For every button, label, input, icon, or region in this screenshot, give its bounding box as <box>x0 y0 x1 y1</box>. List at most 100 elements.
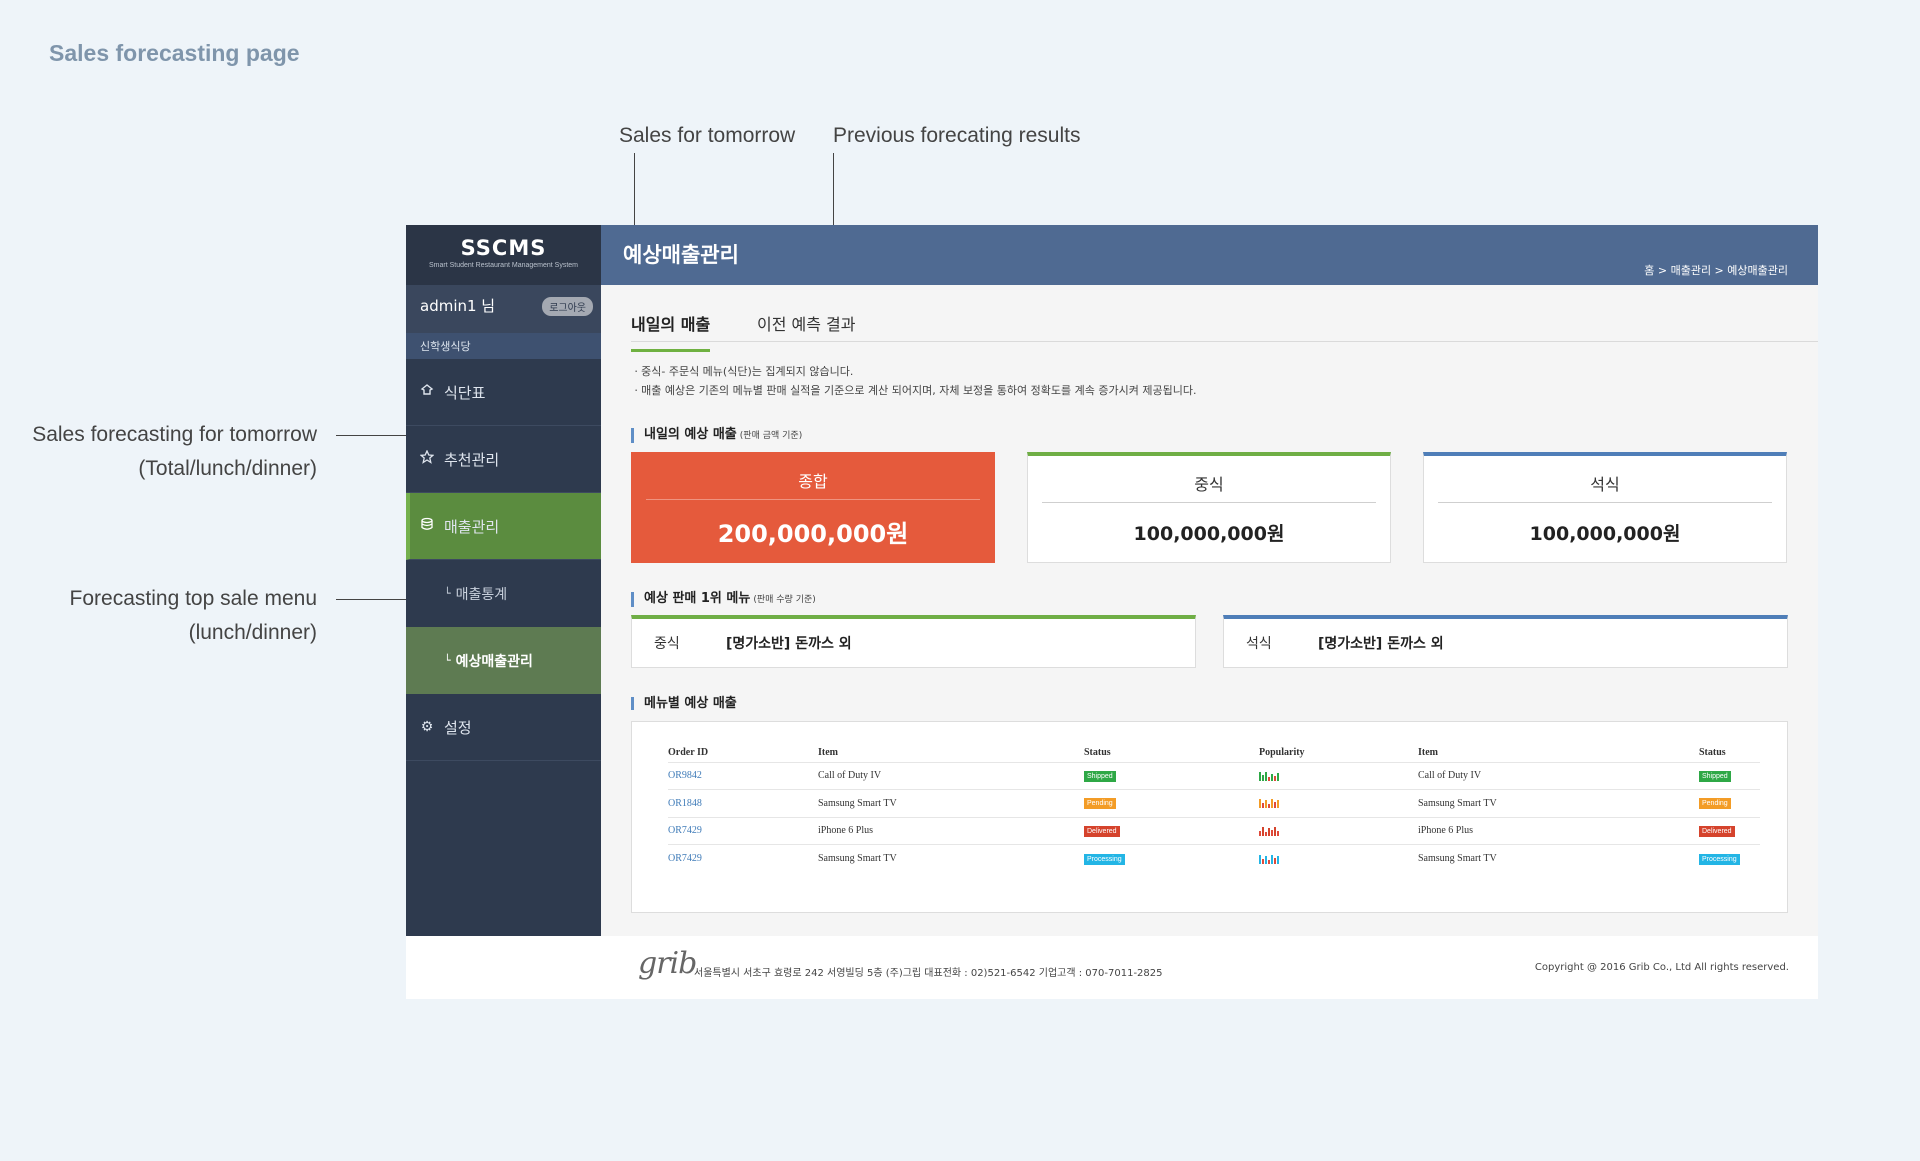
menu-sales-panel: Order ID Item Status Popularity Item Sta… <box>631 721 1788 913</box>
column-header[interactable]: Item <box>1418 742 1699 762</box>
status-cell: Pending <box>1699 789 1760 817</box>
card-value: 100,000,000원 <box>1133 523 1285 545</box>
card-value: 200,000,000원 <box>717 520 909 548</box>
column-header[interactable]: Status <box>1084 742 1259 762</box>
popularity-cell <box>1259 789 1418 817</box>
annotation-forecast-line1: Sales forecasting for tomorrow <box>32 423 317 446</box>
column-header[interactable]: Item <box>818 742 1084 762</box>
page-heading: Sales forecasting page <box>49 40 300 66</box>
sidebar-item-menu[interactable]: 식단표 <box>406 359 601 426</box>
footer-copyright: Copyright @ 2016 Grib Co., Ltd All right… <box>1534 962 1789 973</box>
meal-label: 석식 <box>1246 636 1272 652</box>
column-header[interactable]: Order ID <box>668 742 818 762</box>
item-cell: Samsung Smart TV <box>818 789 1084 817</box>
order-id-link[interactable]: OR7429 <box>668 844 818 872</box>
gear-icon: ⚙ <box>420 719 434 735</box>
cap-icon <box>420 383 434 401</box>
sidebar-item-label: 추천관리 <box>444 450 500 469</box>
status-cell: Processing <box>1699 844 1760 872</box>
logout-button[interactable]: 로그아웃 <box>542 297 593 316</box>
top-menu-dinner: 석식 [명가소반] 돈까스 외 <box>1223 615 1788 668</box>
annotation-forecast-line2: (Total/lunch/dinner) <box>138 457 317 480</box>
restaurant-name: 신학생식당 <box>406 333 601 359</box>
table-row[interactable]: OR7429 Samsung Smart TV Processing Samsu… <box>668 844 1760 872</box>
section-title-text: 예상 판매 1위 메뉴 <box>644 591 751 606</box>
status-cell: Delivered <box>1699 816 1760 845</box>
table-row[interactable]: OR1848 Samsung Smart TV Pending Samsung … <box>668 789 1760 817</box>
annotation-top-menu-line2: (lunch/dinner) <box>188 621 317 644</box>
popularity-sparkline <box>1259 853 1280 865</box>
column-header[interactable]: Popularity <box>1259 742 1418 762</box>
grib-logo: grib <box>638 946 697 981</box>
brand[interactable]: SSCMS Smart Student Restaurant Managemen… <box>406 225 601 285</box>
item-cell: Samsung Smart TV <box>1418 789 1699 817</box>
database-icon <box>420 517 434 535</box>
card-label: 석식 <box>1438 456 1772 503</box>
section-title-text: 메뉴별 예상 매출 <box>644 696 737 711</box>
annotation-sales-tomorrow: Sales for tomorrow <box>619 124 796 147</box>
item-cell: Samsung Smart TV <box>1418 844 1699 872</box>
sidebar-item-recommend[interactable]: 추천관리 <box>406 426 601 493</box>
column-header[interactable]: Status <box>1699 742 1760 762</box>
sidebar: SSCMS Smart Student Restaurant Managemen… <box>406 225 601 936</box>
status-badge: Delivered <box>1084 825 1120 837</box>
annotation-top-menu-line1: Forecasting top sale menu <box>69 587 317 610</box>
status-badge: Processing <box>1699 853 1740 865</box>
notes: ㆍ중식- 주문식 메뉴(식단)는 집계되지 않습니다. ㆍ매출 예상은 기존의 … <box>631 362 1196 400</box>
sidebar-subitem-label: 예상매출관리 <box>455 653 533 670</box>
note-line: ㆍ중식- 주문식 메뉴(식단)는 집계되지 않습니다. <box>631 365 854 378</box>
popularity-sparkline <box>1259 770 1280 782</box>
brand-name: SSCMS <box>460 236 547 260</box>
popularity-cell <box>1259 761 1418 790</box>
order-id-link[interactable]: OR7429 <box>668 816 818 845</box>
menu-sales-table: Order ID Item Status Popularity Item Sta… <box>668 742 1760 872</box>
footer-address: 서울특별시 서초구 효령로 242 서영빌딩 5층 (주)그립 대표전화 : 0… <box>694 968 1163 979</box>
status-cell: Delivered <box>1084 816 1259 845</box>
sidebar-item-sales[interactable]: 매출관리 <box>406 493 601 560</box>
elbow-icon: └ <box>444 654 451 667</box>
status-badge: Shipped <box>1084 770 1116 782</box>
annotation-top-menu: Forecasting top sale menu (lunch/dinner) <box>0 582 317 650</box>
main-content: 내일의 매출 이전 예측 결과 ㆍ중식- 주문식 메뉴(식단)는 집계되지 않습… <box>601 285 1818 936</box>
top-menu-name: [명가소반] 돈까스 외 <box>1318 636 1444 652</box>
table-row[interactable]: OR9842 Call of Duty IV Shipped Call of D… <box>668 761 1760 790</box>
order-id-link[interactable]: OR1848 <box>668 789 818 817</box>
header-bar: 예상매출관리 홈 > 매출관리 > 예상매출관리 <box>601 225 1818 285</box>
sidebar-item-label: 설정 <box>444 718 472 737</box>
brand-subtitle: Smart Student Restaurant Management Syst… <box>428 262 579 269</box>
top-menu-name: [명가소반] 돈까스 외 <box>726 636 852 652</box>
card-total: 종합 200,000,000원 <box>631 452 995 563</box>
section-title-sub: (판매 금액 기준) <box>739 431 803 441</box>
tab-tomorrow-sales[interactable]: 내일의 매출 <box>631 311 711 352</box>
item-cell: Call of Duty IV <box>818 761 1084 790</box>
card-value: 100,000,000원 <box>1529 523 1681 545</box>
card-label: 중식 <box>1042 456 1376 503</box>
page-title: 예상매출관리 <box>623 243 739 267</box>
popularity-cell <box>1259 816 1418 845</box>
status-badge: Processing <box>1084 853 1125 865</box>
item-cell: iPhone 6 Plus <box>1418 816 1699 845</box>
sidebar-subitem-sales-stats[interactable]: └ 매출통계 <box>406 560 601 627</box>
breadcrumb[interactable]: 홈 > 매출관리 > 예상매출관리 <box>1644 262 1788 278</box>
order-id-link[interactable]: OR9842 <box>668 761 818 790</box>
sidebar-subitem-label: 매출통계 <box>455 586 508 603</box>
card-label: 종합 <box>646 453 980 500</box>
annotation-previous-results: Previous forecating results <box>833 124 1081 147</box>
status-cell: Processing <box>1084 844 1259 872</box>
app-window: SSCMS Smart Student Restaurant Managemen… <box>406 225 1818 999</box>
popularity-sparkline <box>1259 797 1280 809</box>
note-line: ㆍ매출 예상은 기존의 메뉴별 판매 실적을 기준으로 계산 되어지며, 자체 … <box>631 384 1197 397</box>
card-lunch: 중식 100,000,000원 <box>1027 452 1391 563</box>
annotation-forecast-tomorrow: Sales forecasting for tomorrow (Total/lu… <box>0 418 317 486</box>
tab-bar: 내일의 매출 이전 예측 결과 <box>631 285 1818 352</box>
sidebar-subitem-forecast[interactable]: └ 예상매출관리 <box>406 627 601 694</box>
tab-previous-results[interactable]: 이전 예측 결과 <box>757 311 856 349</box>
table-header-row: Order ID Item Status Popularity Item Sta… <box>668 742 1760 762</box>
footer: grib 서울특별시 서초구 효령로 242 서영빌딩 5층 (주)그립 대표전… <box>406 936 1818 999</box>
status-cell: Shipped <box>1699 761 1760 790</box>
section-title-sub: (판매 수량 기준) <box>753 595 816 605</box>
section-title-text: 내일의 예상 매출 <box>644 427 737 442</box>
status-cell: Shipped <box>1084 761 1259 790</box>
sidebar-item-settings[interactable]: ⚙ 설정 <box>406 694 601 761</box>
table-row[interactable]: OR7429 iPhone 6 Plus Delivered iPhone 6 … <box>668 816 1760 845</box>
